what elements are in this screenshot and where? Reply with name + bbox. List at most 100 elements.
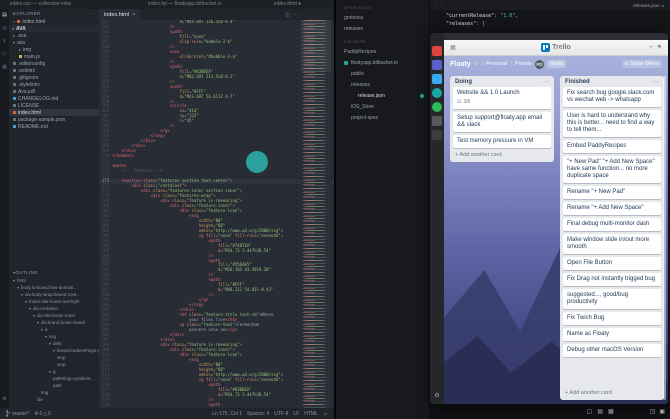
service-icon-floaty[interactable] (432, 88, 442, 98)
outline-item[interactable]: ▾footer.site-footer.text-light (9, 298, 99, 305)
more-actions-icon[interactable]: ··· (293, 12, 298, 18)
outline-item[interactable]: ▾div.body-wrap.boxed-cont… (9, 291, 99, 298)
folder-item-PaddyRecipes[interactable]: PaddyRecipes (336, 46, 429, 57)
scrollbar[interactable] (663, 76, 666, 400)
show-menu-button[interactable]: ≡ Show Menu (622, 60, 662, 68)
outline-item[interactable]: ▾html (9, 277, 99, 284)
open-file-grotesca[interactable]: grotesca (336, 12, 429, 23)
file-tree-item-README.md[interactable]: README.md (9, 123, 99, 130)
folder-item-public[interactable]: public (336, 68, 429, 79)
outline-item[interactable]: img (9, 389, 99, 396)
folder-item-project-spec[interactable]: project-spec (336, 112, 429, 123)
folder-item-release.json[interactable]: release.json (336, 90, 429, 101)
card[interactable]: Rename "+ New Pad" (563, 186, 661, 199)
card[interactable]: Website && 1.0 Launch☑3/6 (453, 87, 551, 109)
json-line[interactable]: "releases": [ (440, 20, 518, 28)
outline-item[interactable]: path (9, 382, 99, 389)
file-tree-item-LICENSE[interactable]: LICENSE (9, 102, 99, 109)
tray-expand-icon[interactable]: ◳ (650, 408, 656, 415)
json-line[interactable]: "currentRelease": "1.0", (440, 12, 518, 20)
outline-item[interactable]: ▾div.container (9, 305, 99, 312)
file-tree-item-Ava.pdf[interactable]: Ava.pdf (9, 88, 99, 95)
outline-item[interactable]: stop (9, 354, 99, 361)
eol[interactable]: LF (293, 411, 299, 417)
add-board-icon[interactable]: + (649, 45, 653, 51)
list-menu-icon[interactable]: ··· (653, 79, 659, 85)
outline-item[interactable]: ▾linearGradient#logo-gradi… (9, 347, 99, 354)
outline-item[interactable]: ▾div.brand.footer-brand (9, 319, 99, 326)
taskbar-grid-icon[interactable]: ▤ (597, 408, 603, 415)
card[interactable]: Fix Twich Bug (563, 312, 661, 325)
card[interactable]: Make window slide in/out more smooth (563, 234, 661, 254)
card[interactable]: Test memory pressure in VM (453, 135, 551, 148)
add-card-button[interactable]: + Add another card (453, 151, 551, 160)
file-tree-item-.gitignore[interactable]: .gitignore (9, 74, 99, 81)
outline-header[interactable]: ▾ OUTLINE (9, 268, 99, 277)
outline-item[interactable]: ▾body.is-boxed.has-animati… (9, 284, 99, 291)
outline-item[interactable]: ▾svg (9, 333, 99, 340)
boards-grid-icon[interactable]: ▦ (450, 44, 456, 51)
taskbar-panel-icon[interactable]: ▦ (608, 408, 614, 415)
tab-index-html[interactable]: index.html × (99, 9, 140, 20)
source-control-icon[interactable]: y (3, 38, 6, 44)
outline-item[interactable]: ▾defs (9, 340, 99, 347)
card[interactable]: suggested..., good/bug productivity (563, 289, 661, 309)
code-line[interactable]: 220 <path (99, 403, 334, 408)
list-header[interactable]: Finished··· (563, 79, 661, 87)
service-icon-notes[interactable] (432, 116, 442, 126)
outline-item[interactable]: ▾a (9, 326, 99, 333)
indentation[interactable]: Spaces: 4 (247, 411, 269, 417)
add-card-button[interactable]: + Add another card (563, 389, 661, 398)
file-tree-item-.ava[interactable]: ▸.ava (9, 32, 99, 39)
card[interactable]: Debug other macOS Version (563, 344, 661, 357)
file-tree-item-.stylelintrc[interactable]: .stylelintrc (9, 81, 99, 88)
service-icon-add-service[interactable] (432, 130, 442, 140)
file-tree-item-ava[interactable]: ▾ava (9, 39, 99, 46)
service-icon-slack[interactable] (432, 60, 442, 70)
taskbar-window-icon[interactable]: ▢ (587, 408, 593, 415)
open-editor-row[interactable]: × index.html (9, 18, 99, 25)
list-menu-icon[interactable]: ··· (543, 79, 549, 85)
nav-forward-icon[interactable]: › (441, 3, 443, 8)
card[interactable]: User is hard to understand why this is b… (563, 110, 661, 137)
search-icon[interactable]: ◎ (2, 25, 6, 31)
star-icon[interactable]: ☆ (474, 61, 479, 67)
problems-item[interactable]: ⊗ 0 △ 0 (34, 411, 51, 417)
outline-item[interactable]: ▾div.site-footer-inner (9, 312, 99, 319)
card[interactable]: Embed PaddyRecipes (563, 140, 661, 153)
file-tree-item-index.html[interactable]: index.html (9, 109, 99, 116)
language-mode[interactable]: HTML (304, 411, 318, 417)
explorer-actions-icon[interactable]: ··· (89, 11, 95, 16)
file-tree-item-main.js[interactable]: main.js (9, 53, 99, 60)
folder-item-releases[interactable]: releases (336, 79, 429, 90)
card[interactable]: Open File Button (563, 257, 661, 270)
tab-releases-json[interactable]: releases.json ● (633, 3, 664, 8)
cursor-position[interactable]: Ln 175, Col 1 (212, 411, 242, 417)
nav-back-icon[interactable]: ‹ (436, 3, 438, 8)
json-code[interactable]: "currentRelease": "1.0", "releases": [ (440, 12, 518, 28)
member-avatar[interactable]: PD (535, 60, 544, 69)
card[interactable]: Final debug multi-monitor dash (563, 218, 661, 231)
card[interactable]: "+ New Pad" "+ Add New Space" have same … (563, 156, 661, 183)
board-scope[interactable]: Personal (486, 61, 508, 67)
outline-item[interactable]: ▾g (9, 368, 99, 375)
file-tree-item-.editorconfig[interactable]: .editorconfig (9, 60, 99, 67)
outline-item[interactable]: path#logo-gradient… (9, 375, 99, 382)
card[interactable]: Setup support@floaty.app email && slack (453, 112, 551, 132)
outline-item[interactable]: div (9, 396, 99, 403)
card[interactable]: Fix Drag not instantly trigged bug (563, 273, 661, 286)
minimap[interactable] (301, 20, 331, 408)
encoding[interactable]: UTF-8 (274, 411, 288, 417)
extensions-icon[interactable]: ▦ (2, 64, 7, 70)
close-icon[interactable]: × (132, 12, 135, 18)
service-icon-whatsapp[interactable] (432, 102, 442, 112)
window-chrome[interactable] (444, 33, 668, 40)
feedback-smiley-icon[interactable]: ☺ (323, 411, 328, 417)
file-tree-item-CHANGELOG.md[interactable]: CHANGELOG.md (9, 95, 99, 102)
code-editor[interactable]: 143 d="M44.697 126.5c0-9.4"144 />145 <pa… (99, 20, 334, 408)
workspace-root-row[interactable]: ▾ AVA (9, 25, 99, 32)
folder-item-iOS_Store[interactable]: iOS_Store (336, 101, 429, 112)
split-editor-icon[interactable]: ◫ (285, 12, 290, 18)
service-icon-twitter[interactable] (432, 74, 442, 84)
file-tree-item-img[interactable]: ▸img (9, 46, 99, 53)
